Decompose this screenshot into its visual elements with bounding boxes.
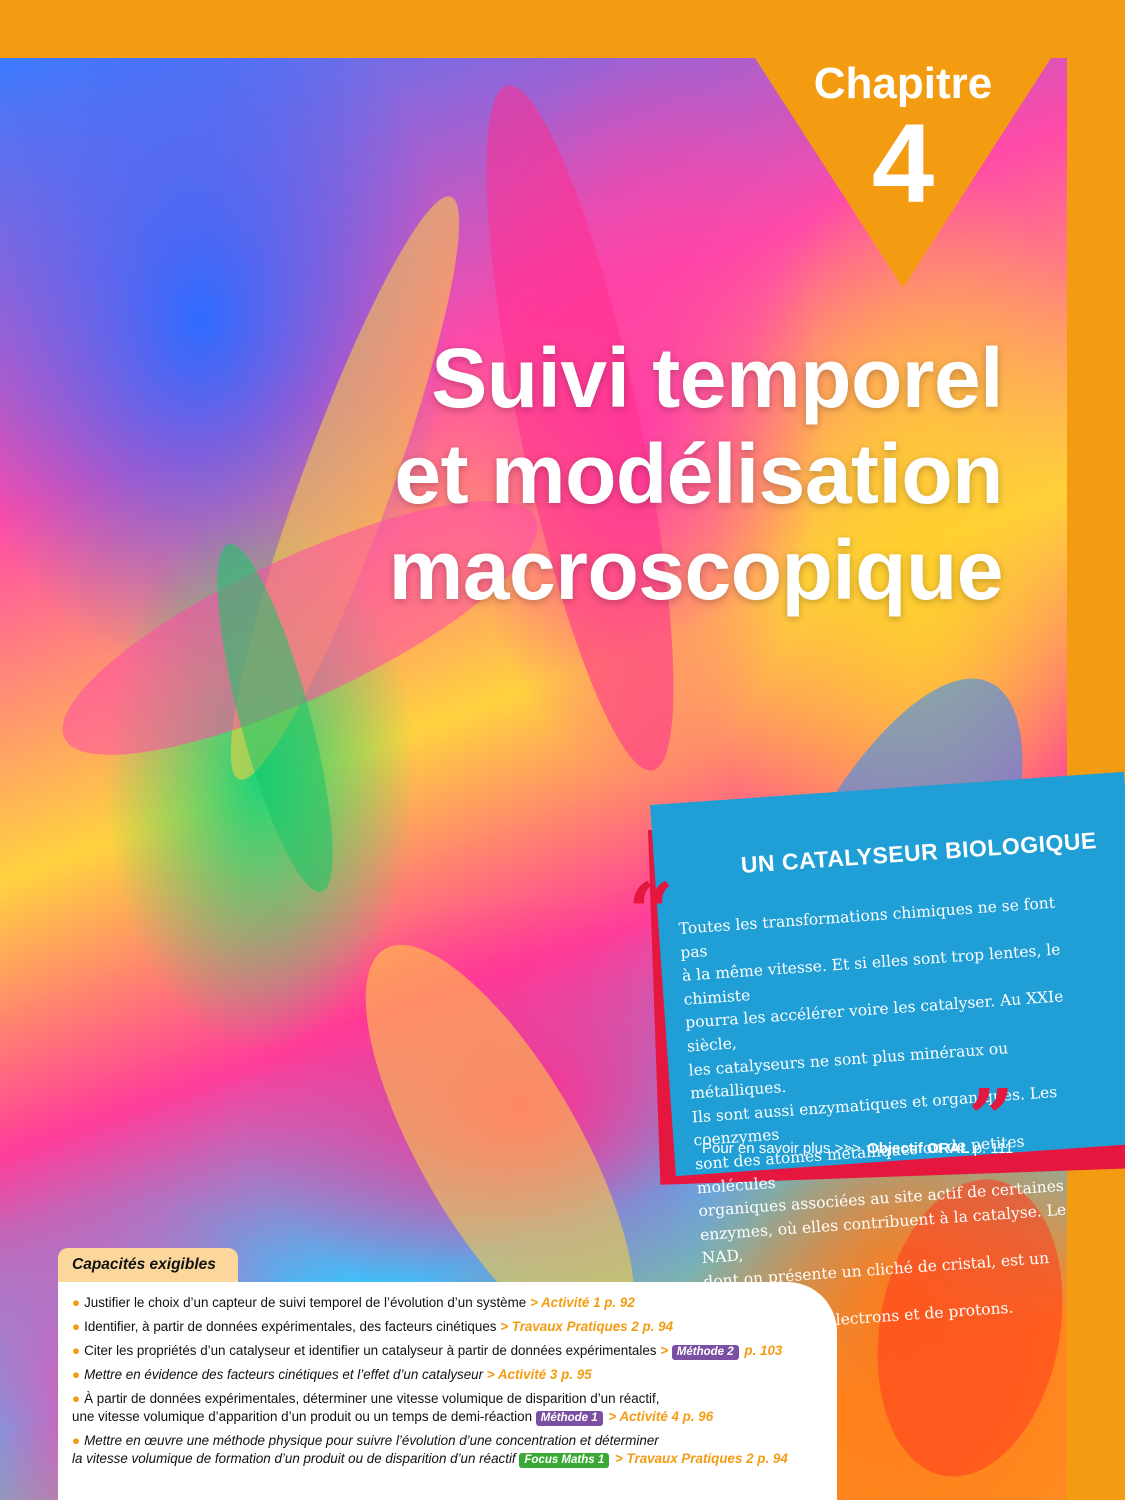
bullet-icon: ●: [72, 1319, 81, 1334]
chapter-label: Chapitre: [813, 59, 993, 108]
capacity-item: ● Identifier, à partir de données expérim…: [72, 1318, 832, 1336]
bullet-icon: ●: [72, 1367, 81, 1382]
capacity-item: ● Mettre en œuvre une méthode physique po…: [72, 1432, 832, 1468]
capacity-ref-link[interactable]: > Activité 1 p. 92: [530, 1295, 635, 1310]
capacity-item: ● Justifier le choix d’un capteur de suiv…: [72, 1294, 832, 1312]
chapter-number: 4: [871, 101, 935, 226]
capacity-text: À partir de données expérimentales, déte…: [84, 1391, 660, 1406]
bullet-icon: ●: [72, 1391, 81, 1406]
capacity-ref-prefix: >: [660, 1343, 669, 1358]
capacity-text: Identifier, à partir de données expérime…: [84, 1319, 497, 1334]
capacity-text: la vitesse volumique de formation d’un p…: [72, 1451, 516, 1466]
capacity-item: ● Mettre en évidence des facteurs cinétiq…: [72, 1366, 832, 1384]
capacity-text: une vitesse volumique d’apparition d’un …: [72, 1409, 533, 1424]
more-info-page: p. 111: [973, 1140, 1014, 1157]
chapter-title-line: Suivi temporel: [431, 331, 1003, 425]
capacity-ref-link[interactable]: > Activité 4 p. 96: [608, 1409, 713, 1424]
capacity-text: Mettre en évidence des facteurs cinétiqu…: [84, 1367, 484, 1382]
capacity-ref-link[interactable]: > Travaux Pratiques 2 p. 94: [615, 1451, 788, 1466]
capacity-text: Mettre en œuvre une méthode physique pou…: [84, 1433, 659, 1448]
capacities-list: ● Justifier le choix d’un capteur de suiv…: [72, 1294, 832, 1474]
capacities-title: Capacités exigibles: [72, 1256, 216, 1273]
capacity-ref-link[interactable]: > Activité 3 p. 95: [487, 1367, 592, 1382]
chapter-title-line: macroscopique: [388, 523, 1004, 617]
capacity-ref-link[interactable]: p. 103: [744, 1343, 782, 1358]
quote-open-mark: “: [628, 865, 675, 959]
capacity-ref-link[interactable]: > Travaux Pratiques 2 p. 94: [500, 1319, 673, 1334]
chapter-title-line: et modélisation: [394, 427, 1003, 521]
focus-maths-badge[interactable]: Focus Maths 1: [519, 1453, 610, 1468]
capacity-item: ● À partir de données expérimentales, dét…: [72, 1390, 832, 1426]
methode-badge[interactable]: Méthode 1: [535, 1411, 603, 1426]
bullet-icon: ●: [72, 1433, 81, 1448]
chapter-title: Suivi temporel et modélisation macroscop…: [388, 330, 1004, 618]
methode-badge[interactable]: Méthode 2: [671, 1345, 739, 1360]
capacity-item: ● Citer les propriétés d’un catalyseur et…: [72, 1342, 832, 1360]
bullet-icon: ●: [72, 1343, 81, 1358]
more-info-prefix: Pour en savoir plus >>>: [702, 1140, 861, 1157]
capacity-text: Justifier le choix d’un capteur de suivi…: [84, 1295, 527, 1310]
more-info-line: Pour en savoir plus >>> Objectif ORAL p.…: [702, 1140, 1013, 1157]
capacity-text: Citer les propriétés d’un catalyseur et …: [84, 1343, 657, 1358]
bullet-icon: ●: [72, 1295, 81, 1310]
objectif-oral-link[interactable]: Objectif ORAL: [867, 1140, 970, 1157]
quote-text: Toutes les transformations chimiques ne …: [678, 890, 1105, 1341]
